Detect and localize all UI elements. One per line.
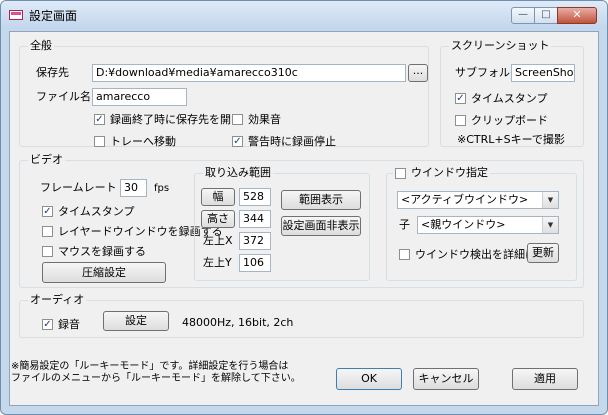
video-group: ビデオ フレームレート 30 fps ✓ タイムスタンプ レイヤードウインドウを… [19, 153, 584, 288]
refresh-button[interactable]: 更新 [527, 243, 559, 263]
framerate-label: フレームレート [40, 181, 117, 194]
child-window-select[interactable]: <親ウインドウ> ▼ [417, 216, 559, 234]
app-icon [9, 10, 23, 20]
record-mouse-checkbox[interactable]: マウスを録画する [42, 243, 146, 259]
settings-window: 設定画面 — □ ✕ 全般 保存先 D:¥download¥media¥amar… [0, 0, 608, 415]
title-bar[interactable]: 設定画面 — □ ✕ [1, 1, 607, 29]
warn-stop-label: 警告時に録画停止 [248, 135, 336, 148]
window-select-title: ウインドウ指定 [411, 166, 488, 179]
audio-format-text: 48000Hz, 16bit, 2ch [182, 316, 294, 329]
filename-label: ファイル名 [36, 90, 91, 103]
hide-settings-button[interactable]: 設定画面非表示 [281, 216, 361, 236]
checkbox-check-icon: ✓ [232, 135, 243, 147]
apply-button[interactable]: 適用 [512, 368, 578, 390]
save-to-label: 保存先 [36, 66, 69, 79]
child-label: 子 [399, 218, 410, 231]
record-audio-label: 録音 [58, 318, 80, 331]
height-button[interactable]: 高さ [201, 210, 235, 228]
maximize-button[interactable]: □ [534, 7, 558, 24]
window-select-group: ウインドウ指定 <アクティブウインドウ> ▼ 子 <親ウインドウ> ▼ ウインド… [386, 166, 577, 281]
checkbox-check-icon: ✓ [94, 113, 105, 125]
subfolder-field[interactable]: ScreenShot [511, 64, 575, 82]
client-area: 全般 保存先 D:¥download¥media¥amarecco310c ..… [9, 31, 599, 406]
left-y-label: 左上Y [203, 256, 232, 269]
width-button[interactable]: 幅 [201, 188, 235, 206]
clipboard-checkbox[interactable]: クリップボード [455, 112, 548, 128]
checkbox-check-icon [455, 114, 466, 126]
capture-range-title: 取り込み範囲 [203, 166, 273, 180]
screenshot-hint: ※CTRL+Sキーで撮影 [457, 133, 565, 146]
open-folder-checkbox[interactable]: ✓ 録画終了時に保存先を開く [94, 111, 242, 127]
checkbox-check-icon [42, 225, 53, 237]
record-audio-checkbox[interactable]: ✓ 録音 [42, 316, 80, 332]
minimize-button[interactable]: — [511, 7, 535, 24]
cancel-button[interactable]: キャンセル [413, 368, 479, 390]
rookie-note-line2: ファイルのメニューから「ルーキーモード」を解除して下さい。 [11, 373, 301, 384]
checkbox-check-icon [94, 135, 105, 147]
sound-effect-checkbox[interactable]: 効果音 [232, 111, 281, 127]
width-field[interactable]: 528 [239, 188, 271, 206]
left-x-label: 左上X [203, 234, 233, 247]
open-folder-label: 録画終了時に保存先を開く [110, 113, 242, 126]
checkbox-check-icon [395, 167, 406, 179]
audio-group: オーディオ ✓ 録音 設定 48000Hz, 16bit, 2ch [19, 293, 584, 338]
parent-window-select[interactable]: <アクティブウインドウ> ▼ [397, 191, 559, 209]
video-timestamp-checkbox[interactable]: ✓ タイムスタンプ [42, 203, 134, 219]
video-timestamp-label: タイムスタンプ [58, 205, 135, 218]
audio-group-title: オーディオ [28, 293, 87, 307]
sound-effect-label: 効果音 [248, 113, 281, 126]
general-group: 全般 保存先 D:¥download¥media¥amarecco310c ..… [19, 39, 429, 149]
warn-stop-checkbox[interactable]: ✓ 警告時に録画停止 [232, 133, 336, 149]
checkbox-check-icon [232, 113, 243, 125]
tray-move-checkbox[interactable]: トレーへ移動 [94, 133, 176, 149]
compression-settings-button[interactable]: 圧縮設定 [42, 262, 166, 283]
ss-timestamp-label: タイムスタンプ [471, 92, 548, 105]
browse-button[interactable]: ... [408, 64, 428, 82]
screenshot-group: スクリーンショット サブフォルダ ScreenShot ✓ タイムスタンプ クリ… [440, 39, 584, 147]
checkbox-check-icon [42, 245, 53, 257]
chevron-down-icon[interactable]: ▼ [542, 217, 558, 233]
window-select-checkbox[interactable]: ウインドウ指定 [393, 166, 490, 180]
child-window-value: <親ウインドウ> [421, 218, 506, 231]
clipboard-label: クリップボード [471, 114, 548, 127]
show-range-button[interactable]: 範囲表示 [281, 190, 361, 210]
window-title: 設定画面 [29, 9, 78, 23]
ss-timestamp-checkbox[interactable]: ✓ タイムスタンプ [455, 90, 547, 106]
checkbox-check-icon [399, 248, 410, 260]
close-button[interactable]: ✕ [557, 7, 597, 24]
checkbox-check-icon: ✓ [42, 318, 53, 330]
save-to-field[interactable]: D:¥download¥media¥amarecco310c [92, 64, 406, 82]
chevron-down-icon[interactable]: ▼ [542, 192, 558, 208]
checkbox-check-icon: ✓ [455, 92, 466, 104]
ok-button[interactable]: OK [336, 368, 402, 390]
left-y-field[interactable]: 106 [239, 254, 271, 272]
record-mouse-label: マウスを録画する [58, 245, 146, 258]
video-group-title: ビデオ [28, 153, 65, 167]
checkbox-check-icon: ✓ [42, 205, 53, 217]
framerate-field[interactable]: 30 [120, 179, 147, 197]
parent-window-value: <アクティブウインドウ> [401, 193, 529, 206]
left-x-field[interactable]: 372 [239, 232, 271, 250]
height-field[interactable]: 344 [239, 210, 271, 228]
tray-move-label: トレーへ移動 [110, 135, 176, 148]
filename-field[interactable]: amarecco [92, 88, 187, 106]
screenshot-group-title: スクリーンショット [449, 39, 552, 53]
general-group-title: 全般 [28, 39, 54, 53]
capture-range-group: 取り込み範囲 幅 528 高さ 344 左上X 372 左上Y 106 範囲表示… [194, 166, 370, 281]
audio-settings-button[interactable]: 設定 [103, 311, 169, 331]
fps-label: fps [154, 183, 170, 194]
